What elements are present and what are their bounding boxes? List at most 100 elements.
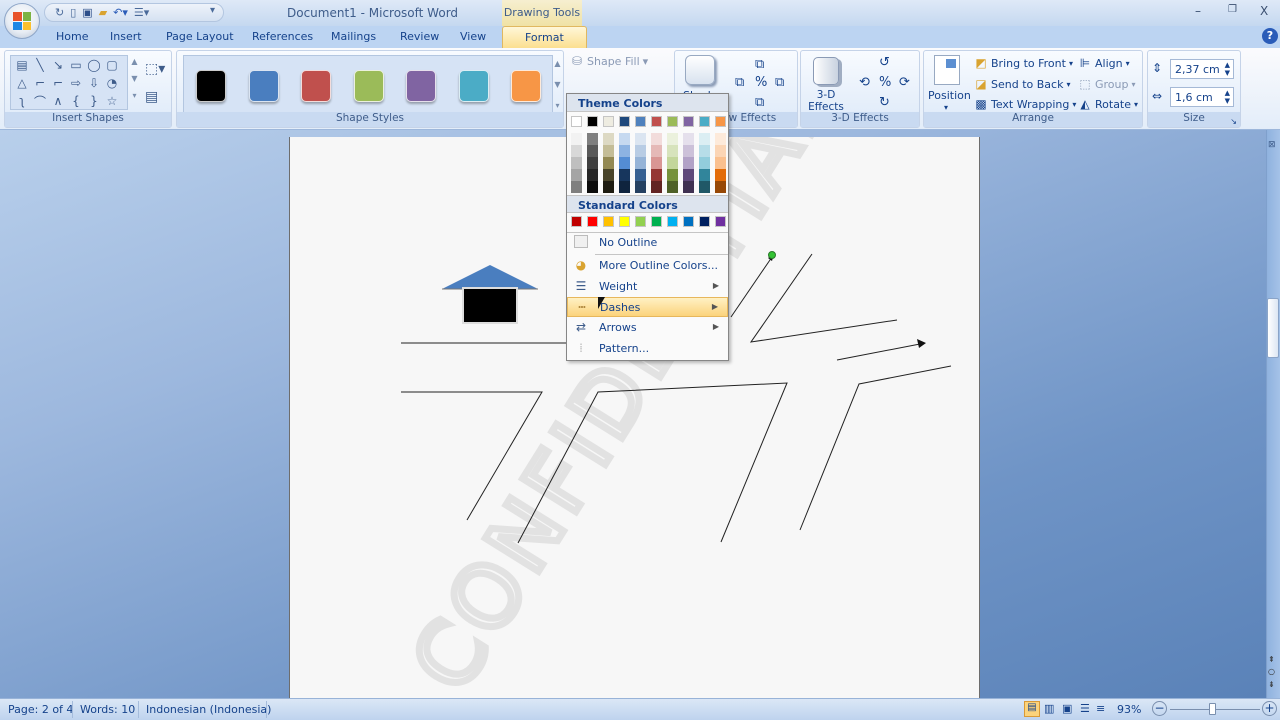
undo-icon[interactable]: ↶▾: [113, 6, 128, 19]
nudge-shadow-left-icon[interactable]: ⧉: [735, 75, 744, 90]
restore-button[interactable]: ❐: [1228, 4, 1237, 15]
shadow-toggle-icon[interactable]: %: [755, 75, 767, 90]
new-icon[interactable]: ▯: [70, 6, 76, 19]
redo-icon[interactable]: ↻: [55, 6, 64, 19]
shape-height-input[interactable]: 2,37 cm ▲ ▼: [1170, 59, 1234, 79]
theme-shade-swatch[interactable]: [619, 145, 630, 157]
rotate-button[interactable]: ◭ Rotate ▾: [1078, 97, 1138, 111]
bullets-icon[interactable]: ☰▾: [134, 6, 149, 19]
print-layout-view-icon[interactable]: ▤: [1024, 701, 1040, 717]
theme-shade-swatch[interactable]: [603, 145, 614, 157]
theme-shade-swatch[interactable]: [699, 181, 710, 193]
theme-color-swatch[interactable]: [699, 116, 710, 127]
selection-handle[interactable]: [768, 251, 776, 259]
standard-color-swatch[interactable]: [667, 216, 678, 227]
width-spinner[interactable]: ▲ ▼: [1225, 89, 1230, 105]
help-icon[interactable]: ?: [1262, 28, 1278, 44]
size-dialog-launcher-icon[interactable]: ↘: [1230, 117, 1237, 126]
theme-color-swatch[interactable]: [667, 116, 678, 127]
text-wrapping-button[interactable]: ▩ Text Wrapping ▾: [974, 97, 1076, 111]
tab-insert[interactable]: Insert: [110, 30, 142, 43]
zoom-slider-thumb[interactable]: [1208, 703, 1216, 715]
shape-gallery-item[interactable]: ʅ: [13, 92, 31, 110]
theme-shade-swatch[interactable]: [699, 145, 710, 157]
previous-page-icon[interactable]: ⇞: [1268, 655, 1275, 664]
shape-width-input[interactable]: 1,6 cm ▲ ▼: [1170, 87, 1234, 107]
theme-shade-swatch[interactable]: [715, 157, 726, 169]
theme-shade-swatch[interactable]: [603, 157, 614, 169]
theme-shade-swatch[interactable]: [683, 181, 694, 193]
tab-page-layout[interactable]: Page Layout: [166, 30, 234, 43]
shape-gallery-item[interactable]: ⇨: [67, 74, 85, 92]
theme-shade-swatch[interactable]: [603, 133, 614, 145]
zoom-in-button[interactable]: +: [1262, 701, 1277, 716]
shape-style-swatch[interactable]: [301, 70, 331, 102]
shadow-button[interactable]: [685, 55, 715, 85]
theme-shade-swatch[interactable]: [571, 181, 582, 193]
theme-shade-swatch[interactable]: [635, 133, 646, 145]
shape-gallery-item[interactable]: ⌐: [49, 74, 67, 92]
shape-style-swatch[interactable]: [458, 70, 489, 102]
3d-effects-button[interactable]: [813, 57, 839, 85]
theme-shade-swatch[interactable]: [571, 133, 582, 145]
full-screen-reading-icon[interactable]: ▥: [1044, 702, 1054, 715]
web-layout-icon[interactable]: ▣: [1062, 702, 1072, 715]
theme-shade-swatch[interactable]: [571, 169, 582, 181]
vertical-scrollbar[interactable]: [1266, 130, 1280, 698]
standard-color-swatch[interactable]: [651, 216, 662, 227]
shape-gallery-item[interactable]: ☆: [103, 92, 121, 110]
theme-shade-swatch[interactable]: [667, 145, 678, 157]
send-to-back-button[interactable]: ◪ Send to Back ▾: [974, 77, 1070, 91]
ruler-toggle-icon[interactable]: ⊠: [1268, 140, 1276, 150]
group-button[interactable]: ⬚ Group ▾: [1078, 77, 1135, 91]
theme-shade-swatch[interactable]: [635, 169, 646, 181]
theme-shade-swatch[interactable]: [667, 133, 678, 145]
theme-shade-swatch[interactable]: [651, 133, 662, 145]
standard-color-swatch[interactable]: [683, 216, 694, 227]
theme-shade-swatch[interactable]: [651, 169, 662, 181]
browse-object-icon[interactable]: ○: [1268, 667, 1275, 676]
vertical-scroll-thumb[interactable]: [1267, 298, 1279, 358]
shape-style-swatch[interactable]: [248, 70, 279, 102]
theme-shade-swatch[interactable]: [635, 157, 646, 169]
shape-gallery-item[interactable]: ╲: [31, 56, 49, 74]
tilt-down-icon[interactable]: ↻: [879, 95, 890, 110]
theme-shade-swatch[interactable]: [715, 133, 726, 145]
theme-color-swatch[interactable]: [715, 116, 726, 127]
theme-shade-swatch[interactable]: [683, 133, 694, 145]
3d-toggle-icon[interactable]: %: [879, 75, 891, 90]
theme-shade-swatch[interactable]: [571, 157, 582, 169]
theme-color-swatch[interactable]: [587, 116, 598, 127]
language-indicator[interactable]: Indonesian (Indonesia): [146, 703, 271, 716]
theme-shade-swatch[interactable]: [587, 181, 598, 193]
shape-gallery-item[interactable]: ◔: [103, 74, 121, 92]
shape-gallery-item[interactable]: △: [13, 74, 31, 92]
nudge-shadow-down-icon[interactable]: ⧉: [755, 95, 764, 110]
shape-fill-button[interactable]: ⛁ Shape Fill ▾: [570, 54, 648, 68]
shape-style-swatch[interactable]: [511, 70, 541, 102]
theme-color-swatch[interactable]: [651, 116, 662, 127]
shape-gallery-item[interactable]: ∧: [49, 92, 67, 110]
theme-color-swatch[interactable]: [571, 116, 582, 127]
next-page-icon[interactable]: ⇟: [1268, 680, 1275, 689]
shape-gallery-item[interactable]: ▢: [103, 56, 121, 74]
nudge-shadow-right-icon[interactable]: ⧉: [775, 75, 784, 90]
styles-scroll[interactable]: ▲ ▼ ▾: [552, 59, 563, 110]
theme-shade-swatch[interactable]: [635, 145, 646, 157]
zoom-level[interactable]: 93%: [1117, 703, 1141, 716]
word-count[interactable]: Words: 10: [80, 703, 135, 716]
shape-style-swatch[interactable]: [353, 70, 384, 102]
menu-item-more-outline-colors[interactable]: ◕ More Outline Colors...: [567, 256, 728, 276]
shape-gallery-item[interactable]: ▤: [13, 56, 31, 74]
height-spinner[interactable]: ▲ ▼: [1225, 61, 1230, 77]
tilt-right-icon[interactable]: ⟳: [899, 75, 910, 90]
shapes-gallery[interactable]: ▤ ╲ ↘ ▭ ◯ ▢ △ ⌐ ⌐ ⇨ ⇩ ◔ ʅ ⌒ ∧{} ☆: [10, 55, 128, 110]
theme-shade-swatch[interactable]: [651, 145, 662, 157]
theme-shade-swatch[interactable]: [587, 145, 598, 157]
theme-shade-swatch[interactable]: [715, 181, 726, 193]
tab-view[interactable]: View: [460, 30, 486, 43]
theme-shade-swatch[interactable]: [699, 169, 710, 181]
shape-gallery-item[interactable]: }: [85, 92, 103, 110]
customize-qat-icon[interactable]: ▾: [210, 5, 215, 16]
tab-references[interactable]: References: [252, 30, 313, 43]
